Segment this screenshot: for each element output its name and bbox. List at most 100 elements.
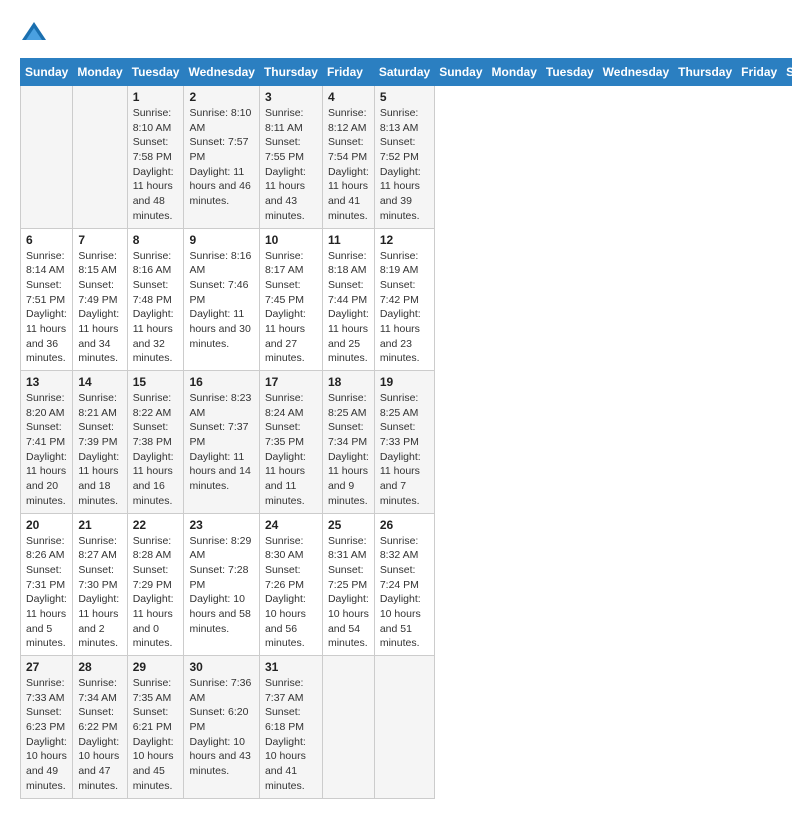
header-wednesday: Wednesday [184,59,259,86]
day-number: 10 [265,233,317,247]
day-number: 29 [133,660,179,674]
day-number: 1 [133,90,179,104]
day-info: Sunrise: 8:23 AM Sunset: 7:37 PM Dayligh… [189,391,253,494]
calendar-cell: 21 Sunrise: 8:27 AM Sunset: 7:30 PM Dayli… [73,513,127,656]
day-info: Sunrise: 8:16 AM Sunset: 7:48 PM Dayligh… [133,249,179,367]
calendar-cell: 7 Sunrise: 8:15 AM Sunset: 7:49 PM Daylig… [73,228,127,371]
calendar-cell: 26Sunrise: 8:32 AM Sunset: 7:24 PM Dayli… [374,513,434,656]
calendar-cell: 22Sunrise: 8:28 AM Sunset: 7:29 PM Dayli… [127,513,184,656]
day-info: Sunrise: 8:19 AM Sunset: 7:42 PM Dayligh… [380,249,429,367]
calendar-cell: 29 Sunrise: 7:35 AM Sunset: 6:21 PM Dayli… [127,656,184,799]
calendar-cell: 2Sunrise: 8:10 AM Sunset: 7:57 PM Daylig… [184,86,259,229]
day-info: Sunrise: 7:36 AM Sunset: 6:20 PM Dayligh… [189,676,253,779]
day-number: 6 [26,233,67,247]
day-number: 25 [328,518,369,532]
calendar-cell: 12Sunrise: 8:19 AM Sunset: 7:42 PM Dayli… [374,228,434,371]
header-thursday: Thursday [674,59,737,86]
day-info: Sunrise: 8:22 AM Sunset: 7:38 PM Dayligh… [133,391,179,509]
calendar-table: SundayMondayTuesdayWednesdayThursdayFrid… [20,58,792,799]
day-number: 30 [189,660,253,674]
calendar-cell: 11Sunrise: 8:18 AM Sunset: 7:44 PM Dayli… [322,228,374,371]
calendar-cell [374,656,434,799]
day-number: 4 [328,90,369,104]
logo [20,20,52,48]
calendar-week-row: 27Sunrise: 7:33 AM Sunset: 6:23 PM Dayli… [21,656,792,799]
day-info: Sunrise: 8:26 AM Sunset: 7:31 PM Dayligh… [26,534,67,652]
calendar-cell: 28 Sunrise: 7:34 AM Sunset: 6:22 PM Dayli… [73,656,127,799]
calendar-cell: 23 Sunrise: 8:29 AM Sunset: 7:28 PM Dayli… [184,513,259,656]
calendar-cell: 6Sunrise: 8:14 AM Sunset: 7:51 PM Daylig… [21,228,73,371]
day-number: 28 [78,660,121,674]
logo-icon [20,20,48,48]
header-sunday: Sunday [21,59,73,86]
calendar-cell: 25 Sunrise: 8:31 AM Sunset: 7:25 PM Dayli… [322,513,374,656]
day-number: 13 [26,375,67,389]
calendar-cell: 20 Sunrise: 8:26 AM Sunset: 7:31 PM Dayli… [21,513,73,656]
day-info: Sunrise: 8:11 AM Sunset: 7:55 PM Dayligh… [265,106,317,224]
header-friday: Friday [322,59,374,86]
calendar-cell: 27Sunrise: 7:33 AM Sunset: 6:23 PM Dayli… [21,656,73,799]
day-info: Sunrise: 8:20 AM Sunset: 7:41 PM Dayligh… [26,391,67,509]
calendar-cell: 1 Sunrise: 8:10 AM Sunset: 7:58 PM Daylig… [127,86,184,229]
calendar-cell: 14Sunrise: 8:21 AM Sunset: 7:39 PM Dayli… [73,371,127,514]
day-number: 24 [265,518,317,532]
calendar-cell: 16 Sunrise: 8:23 AM Sunset: 7:37 PM Dayli… [184,371,259,514]
day-info: Sunrise: 7:34 AM Sunset: 6:22 PM Dayligh… [78,676,121,794]
calendar-cell: 3Sunrise: 8:11 AM Sunset: 7:55 PM Daylig… [259,86,322,229]
day-number: 20 [26,518,67,532]
day-info: Sunrise: 8:21 AM Sunset: 7:39 PM Dayligh… [78,391,121,509]
day-number: 17 [265,375,317,389]
day-number: 19 [380,375,429,389]
calendar-cell: 8 Sunrise: 8:16 AM Sunset: 7:48 PM Daylig… [127,228,184,371]
calendar-cell: 15 Sunrise: 8:22 AM Sunset: 7:38 PM Dayli… [127,371,184,514]
day-number: 22 [133,518,179,532]
calendar-cell: 30 Sunrise: 7:36 AM Sunset: 6:20 PM Dayli… [184,656,259,799]
calendar-week-row: 1 Sunrise: 8:10 AM Sunset: 7:58 PM Daylig… [21,86,792,229]
calendar-week-row: 13 Sunrise: 8:20 AM Sunset: 7:41 PM Dayli… [21,371,792,514]
calendar-cell [73,86,127,229]
calendar-cell: 31 Sunrise: 7:37 AM Sunset: 6:18 PM Dayli… [259,656,322,799]
day-info: Sunrise: 7:37 AM Sunset: 6:18 PM Dayligh… [265,676,317,794]
page-header [20,20,772,48]
header-tuesday: Tuesday [541,59,598,86]
day-number: 18 [328,375,369,389]
day-info: Sunrise: 8:30 AM Sunset: 7:26 PM Dayligh… [265,534,317,652]
calendar-week-row: 20 Sunrise: 8:26 AM Sunset: 7:31 PM Dayli… [21,513,792,656]
day-number: 8 [133,233,179,247]
day-info: Sunrise: 8:17 AM Sunset: 7:45 PM Dayligh… [265,249,317,367]
day-number: 15 [133,375,179,389]
day-info: Sunrise: 7:35 AM Sunset: 6:21 PM Dayligh… [133,676,179,794]
day-number: 31 [265,660,317,674]
calendar-cell: 19 Sunrise: 8:25 AM Sunset: 7:33 PM Dayli… [374,371,434,514]
header-wednesday: Wednesday [598,59,673,86]
day-info: Sunrise: 8:27 AM Sunset: 7:30 PM Dayligh… [78,534,121,652]
day-number: 16 [189,375,253,389]
day-info: Sunrise: 8:16 AM Sunset: 7:46 PM Dayligh… [189,249,253,352]
day-info: Sunrise: 8:29 AM Sunset: 7:28 PM Dayligh… [189,534,253,637]
day-info: Sunrise: 8:10 AM Sunset: 7:58 PM Dayligh… [133,106,179,224]
day-number: 26 [380,518,429,532]
day-number: 21 [78,518,121,532]
day-number: 7 [78,233,121,247]
calendar-cell [322,656,374,799]
calendar-week-row: 6Sunrise: 8:14 AM Sunset: 7:51 PM Daylig… [21,228,792,371]
day-info: Sunrise: 8:18 AM Sunset: 7:44 PM Dayligh… [328,249,369,367]
header-monday: Monday [487,59,541,86]
header-sunday: Sunday [435,59,487,86]
header-thursday: Thursday [259,59,322,86]
calendar-cell: 10 Sunrise: 8:17 AM Sunset: 7:45 PM Dayli… [259,228,322,371]
header-saturday: Saturday [374,59,434,86]
day-number: 23 [189,518,253,532]
header-monday: Monday [73,59,127,86]
day-info: Sunrise: 8:25 AM Sunset: 7:33 PM Dayligh… [380,391,429,509]
day-info: Sunrise: 8:12 AM Sunset: 7:54 PM Dayligh… [328,106,369,224]
header-saturday: Saturday [782,59,792,86]
calendar-cell: 4 Sunrise: 8:12 AM Sunset: 7:54 PM Daylig… [322,86,374,229]
calendar-cell [21,86,73,229]
calendar-cell: 5Sunrise: 8:13 AM Sunset: 7:52 PM Daylig… [374,86,434,229]
calendar-cell: 13 Sunrise: 8:20 AM Sunset: 7:41 PM Dayli… [21,371,73,514]
calendar-cell: 9Sunrise: 8:16 AM Sunset: 7:46 PM Daylig… [184,228,259,371]
day-info: Sunrise: 8:15 AM Sunset: 7:49 PM Dayligh… [78,249,121,367]
day-info: Sunrise: 7:33 AM Sunset: 6:23 PM Dayligh… [26,676,67,794]
day-info: Sunrise: 8:31 AM Sunset: 7:25 PM Dayligh… [328,534,369,652]
